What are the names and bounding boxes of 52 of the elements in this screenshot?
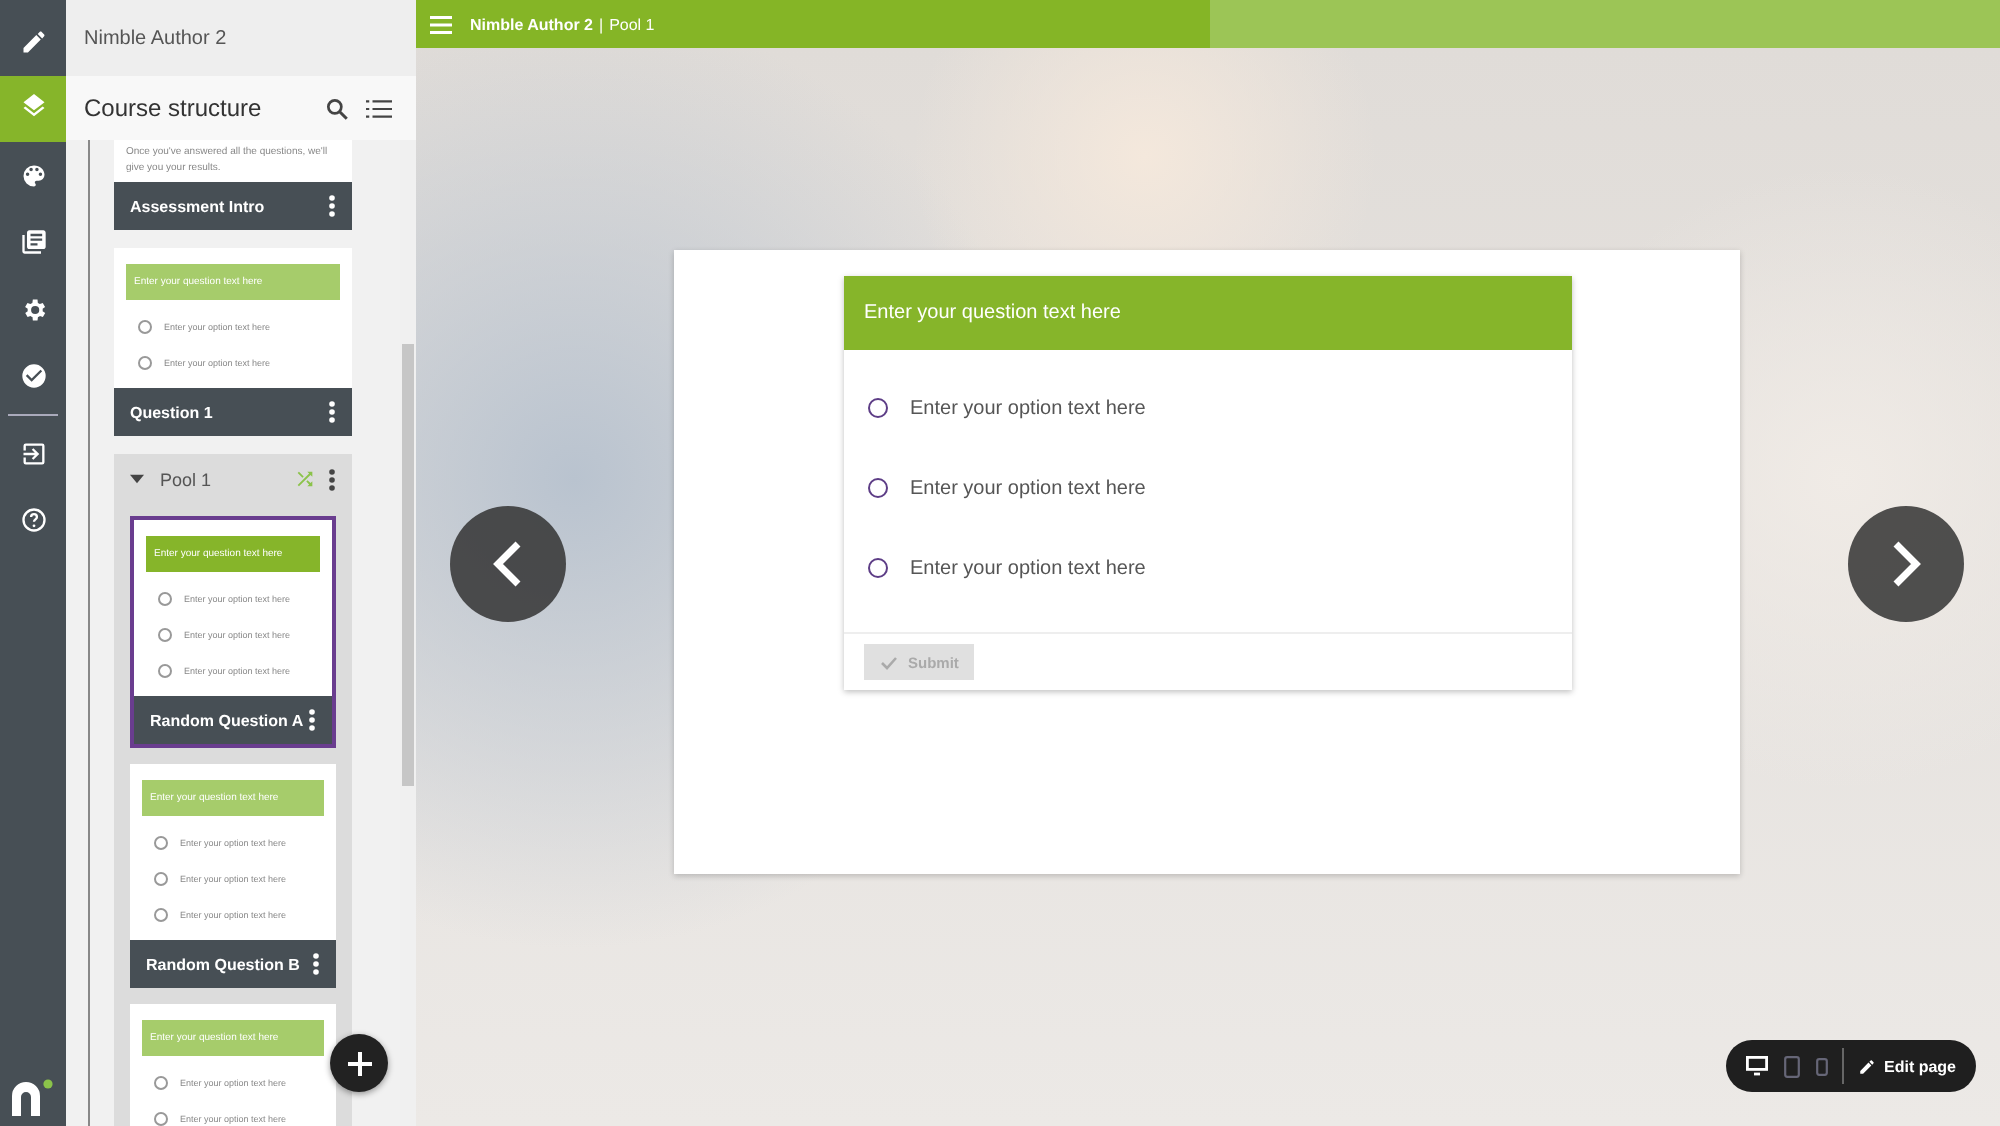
app-title: Nimble Author 2 — [84, 27, 227, 49]
checkmark-icon — [880, 655, 898, 669]
chevron-right-icon — [1888, 540, 1924, 588]
exit-icon — [19, 439, 47, 468]
help-icon — [19, 506, 47, 535]
course-title: Nimble Author 2 — [470, 15, 593, 33]
option-text: Enter your option text here — [910, 397, 1146, 419]
card-title: Assessment Intro — [130, 197, 267, 215]
pencil-icon — [1858, 1057, 1876, 1075]
option-text: Enter your option text here — [910, 557, 1146, 579]
settings-icon — [19, 295, 47, 324]
radio-icon — [158, 591, 172, 605]
radio-icon — [154, 907, 168, 921]
more-icon[interactable] — [328, 194, 336, 218]
radio-icon — [138, 319, 152, 333]
logo-icon — [10, 1078, 54, 1118]
radio-icon — [158, 627, 172, 641]
radio-icon — [154, 1111, 168, 1125]
radio-button[interactable] — [868, 478, 888, 498]
option-row[interactable]: Enter your option text here — [844, 448, 1572, 528]
option-row[interactable]: Enter your option text here — [844, 528, 1572, 608]
radio-icon — [154, 871, 168, 885]
card-title: Question 1 — [130, 403, 215, 421]
radio-icon — [158, 663, 172, 677]
caret-icon[interactable] — [130, 474, 144, 484]
separator-text: | — [598, 15, 604, 33]
search-icon[interactable] — [324, 95, 350, 121]
edit-page-button[interactable]: Edit page — [1854, 1057, 1961, 1075]
radio-button[interactable] — [868, 398, 888, 418]
card-title: Random Question B — [146, 955, 302, 973]
question-header: Enter your question text here — [844, 276, 1572, 350]
radio-button[interactable] — [868, 558, 888, 578]
palette-icon — [19, 161, 47, 190]
option-row[interactable]: Enter your option text here — [844, 368, 1572, 448]
pencil-icon — [19, 27, 47, 56]
radio-icon — [154, 835, 168, 849]
radio-icon — [154, 1075, 168, 1089]
list-icon[interactable] — [366, 97, 392, 119]
page-title: Pool 1 — [609, 15, 655, 33]
radio-icon — [138, 355, 152, 369]
more-icon[interactable] — [328, 467, 336, 491]
card-title: Random Question A — [150, 711, 306, 729]
plus-icon — [347, 1051, 371, 1075]
more-icon[interactable] — [312, 952, 320, 976]
panel-title: Course structure — [84, 94, 264, 122]
library-icon — [19, 228, 47, 257]
chevron-left-icon — [490, 540, 526, 588]
more-icon[interactable] — [328, 400, 336, 424]
option-text: Enter your option text here — [910, 477, 1146, 499]
device-button[interactable] — [1742, 1056, 1772, 1076]
more-icon[interactable] — [308, 708, 316, 732]
pool-title: Pool 1 — [160, 469, 214, 489]
